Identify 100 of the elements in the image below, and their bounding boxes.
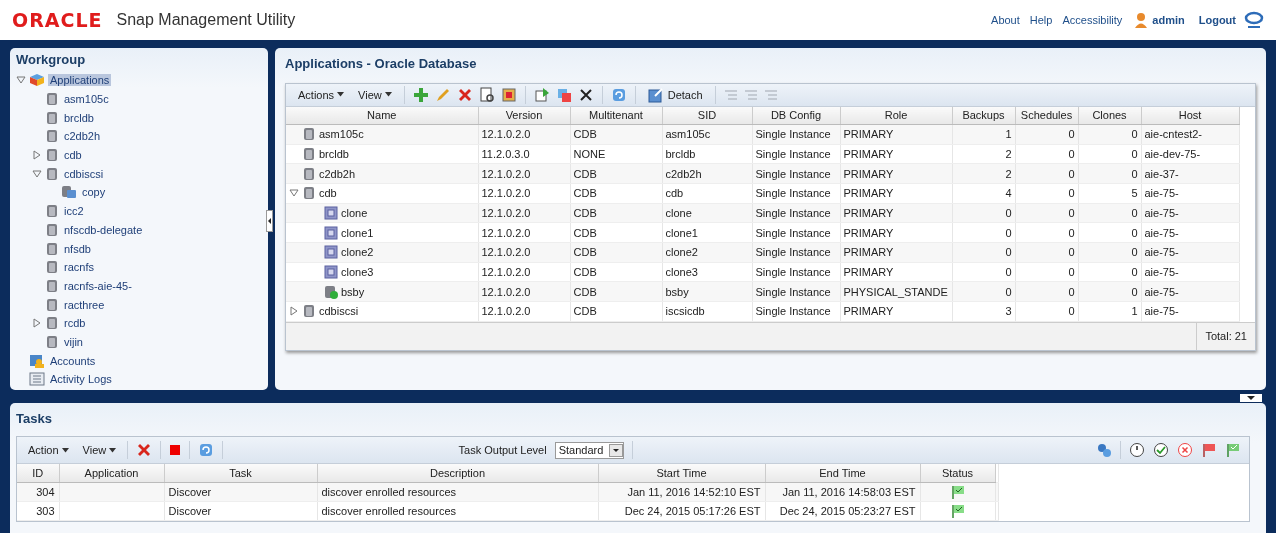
table-cell: 4	[1005, 187, 1012, 200]
collapsed-triangle-icon[interactable]	[32, 318, 42, 329]
collapse-handle-icon[interactable]	[1240, 394, 1262, 402]
cancel-circle-icon[interactable]	[1177, 442, 1193, 458]
column-header[interactable]: Start Time	[598, 464, 765, 483]
menu-button[interactable]: Actions	[294, 88, 349, 101]
table-cell: clone2	[665, 246, 698, 259]
table-cell: CDB	[573, 305, 597, 318]
table-cell: aie-75-	[1144, 226, 1179, 239]
table-cell: 0	[1005, 266, 1012, 278]
column-header[interactable]: Description	[317, 464, 598, 483]
table-cell: Jan 11, 2016 14:58:03 EST	[782, 486, 916, 498]
tree-item[interactable]: racnfs-aie-45-	[62, 279, 134, 292]
table-cell: aie-dev-75-	[1144, 147, 1201, 160]
database-icon	[45, 129, 59, 144]
table-cell: Single Instance	[755, 266, 831, 278]
header-link[interactable]: About	[991, 14, 1020, 26]
header-link[interactable]: Accessibility	[1062, 14, 1123, 26]
tree-item[interactable]: Activity Logs	[48, 373, 114, 386]
tree-item[interactable]: c2db2h	[62, 130, 103, 143]
expanded-triangle-icon[interactable]	[32, 168, 42, 179]
tree-item[interactable]: cdbiscsi	[62, 167, 106, 180]
table-cell: Dec 24, 2015 05:17:26 EST	[624, 505, 761, 517]
table-cell: 12.1.0.2.0	[481, 285, 531, 298]
table-cell: 11.2.0.3.0	[481, 147, 530, 160]
table-cell: 0	[1068, 226, 1075, 239]
expanded-triangle-icon[interactable]	[289, 188, 299, 199]
document-search-icon[interactable]	[478, 86, 495, 103]
collapsed-triangle-icon[interactable]	[289, 306, 299, 317]
tree-item[interactable]: racnfs	[62, 261, 96, 274]
collapsed-triangle-icon[interactable]	[32, 150, 42, 161]
tree-item[interactable]: Accounts	[48, 354, 98, 367]
expanded-triangle-icon[interactable]	[16, 75, 26, 86]
output-level-dropdown[interactable]: Standard	[554, 441, 625, 459]
tree-item[interactable]: icc2	[62, 205, 86, 218]
oracle-ring-icon	[1244, 10, 1264, 30]
database-icon	[45, 148, 59, 163]
logout-link[interactable]: Logout	[1198, 14, 1236, 26]
tree-item[interactable]: racthree	[62, 298, 107, 311]
tree-item[interactable]: asm105c	[62, 93, 111, 106]
table-cell: bsby	[665, 285, 689, 298]
table-cell: Dec 24, 2015 05:23:27 EST	[779, 505, 916, 517]
table-cell: cdb	[665, 187, 684, 200]
column-header[interactable]: Application	[59, 464, 164, 483]
table-cell: PRIMARY	[843, 246, 894, 259]
splitter-handle-icon[interactable]	[266, 210, 273, 232]
clock-icon[interactable]	[1129, 442, 1145, 458]
detach-button[interactable]: Detach	[643, 86, 707, 103]
table-cell: 0	[1068, 266, 1075, 278]
column-header[interactable]: ID	[17, 464, 59, 483]
tree-item[interactable]: brcldb	[62, 111, 96, 124]
success-flag-icon[interactable]	[1225, 442, 1241, 458]
refresh-icon[interactable]	[610, 86, 627, 103]
column-header[interactable]: Status	[920, 464, 995, 483]
table-cell: 12.1.0.2.0	[481, 128, 531, 141]
database-icon	[45, 204, 59, 219]
table-cell: 12.1.0.2.0	[481, 246, 531, 259]
database-icon	[45, 297, 59, 312]
menu-button[interactable]: Action	[25, 444, 72, 456]
add-icon[interactable]	[412, 86, 429, 103]
table-cell: clone3	[665, 266, 698, 278]
table-cell: 0	[1131, 206, 1138, 219]
table-cell: 0	[1068, 246, 1075, 259]
table-cell: aie-75-	[1144, 206, 1179, 219]
tree-item[interactable]: nfsdb	[62, 242, 93, 255]
table-cell: 0	[1068, 285, 1075, 298]
database-icon	[45, 222, 59, 237]
menu-button[interactable]: View	[354, 88, 396, 101]
table-cell: CDB	[573, 285, 597, 298]
tree-item[interactable]: nfscdb-delegate	[62, 223, 145, 236]
table-cell: clone	[341, 206, 368, 219]
tree-item[interactable]: cdb	[62, 149, 84, 162]
tree-item[interactable]: vijin	[62, 335, 85, 348]
table-cell: CDB	[573, 266, 597, 278]
tree-item[interactable]: Applications	[48, 74, 112, 87]
table-cell: cdb	[319, 187, 337, 200]
export-icon[interactable]	[533, 86, 550, 103]
pencil-icon[interactable]	[434, 86, 451, 103]
detach-x-icon[interactable]	[577, 86, 594, 103]
tree-item[interactable]: copy	[80, 186, 108, 199]
tree-item[interactable]: rcdb	[62, 317, 88, 330]
table-cell: c2db2h	[665, 167, 702, 180]
dropdown-caret-icon	[109, 447, 117, 453]
user-name[interactable]: admin	[1152, 14, 1185, 26]
header-link[interactable]: Help	[1029, 14, 1053, 26]
table-cell: aie-75-	[1144, 305, 1179, 318]
check-circle-icon[interactable]	[1153, 442, 1169, 458]
table-cell: PRIMARY	[843, 305, 894, 318]
clone-icon[interactable]	[555, 86, 572, 103]
delete-icon[interactable]	[136, 442, 153, 458]
column-header[interactable]: Task	[164, 464, 317, 483]
dropdown-caret-icon	[61, 447, 69, 453]
table-cell: bsby	[341, 285, 365, 298]
table-cell: aie-75-	[1144, 246, 1179, 259]
failed-flag-icon[interactable]	[1201, 442, 1217, 458]
stop-icon[interactable]	[169, 444, 182, 456]
menu-button[interactable]: View	[79, 444, 120, 456]
column-header[interactable]: End Time	[765, 464, 920, 483]
refresh-icon[interactable]	[198, 442, 215, 458]
table-cell: asm105c	[665, 128, 711, 141]
